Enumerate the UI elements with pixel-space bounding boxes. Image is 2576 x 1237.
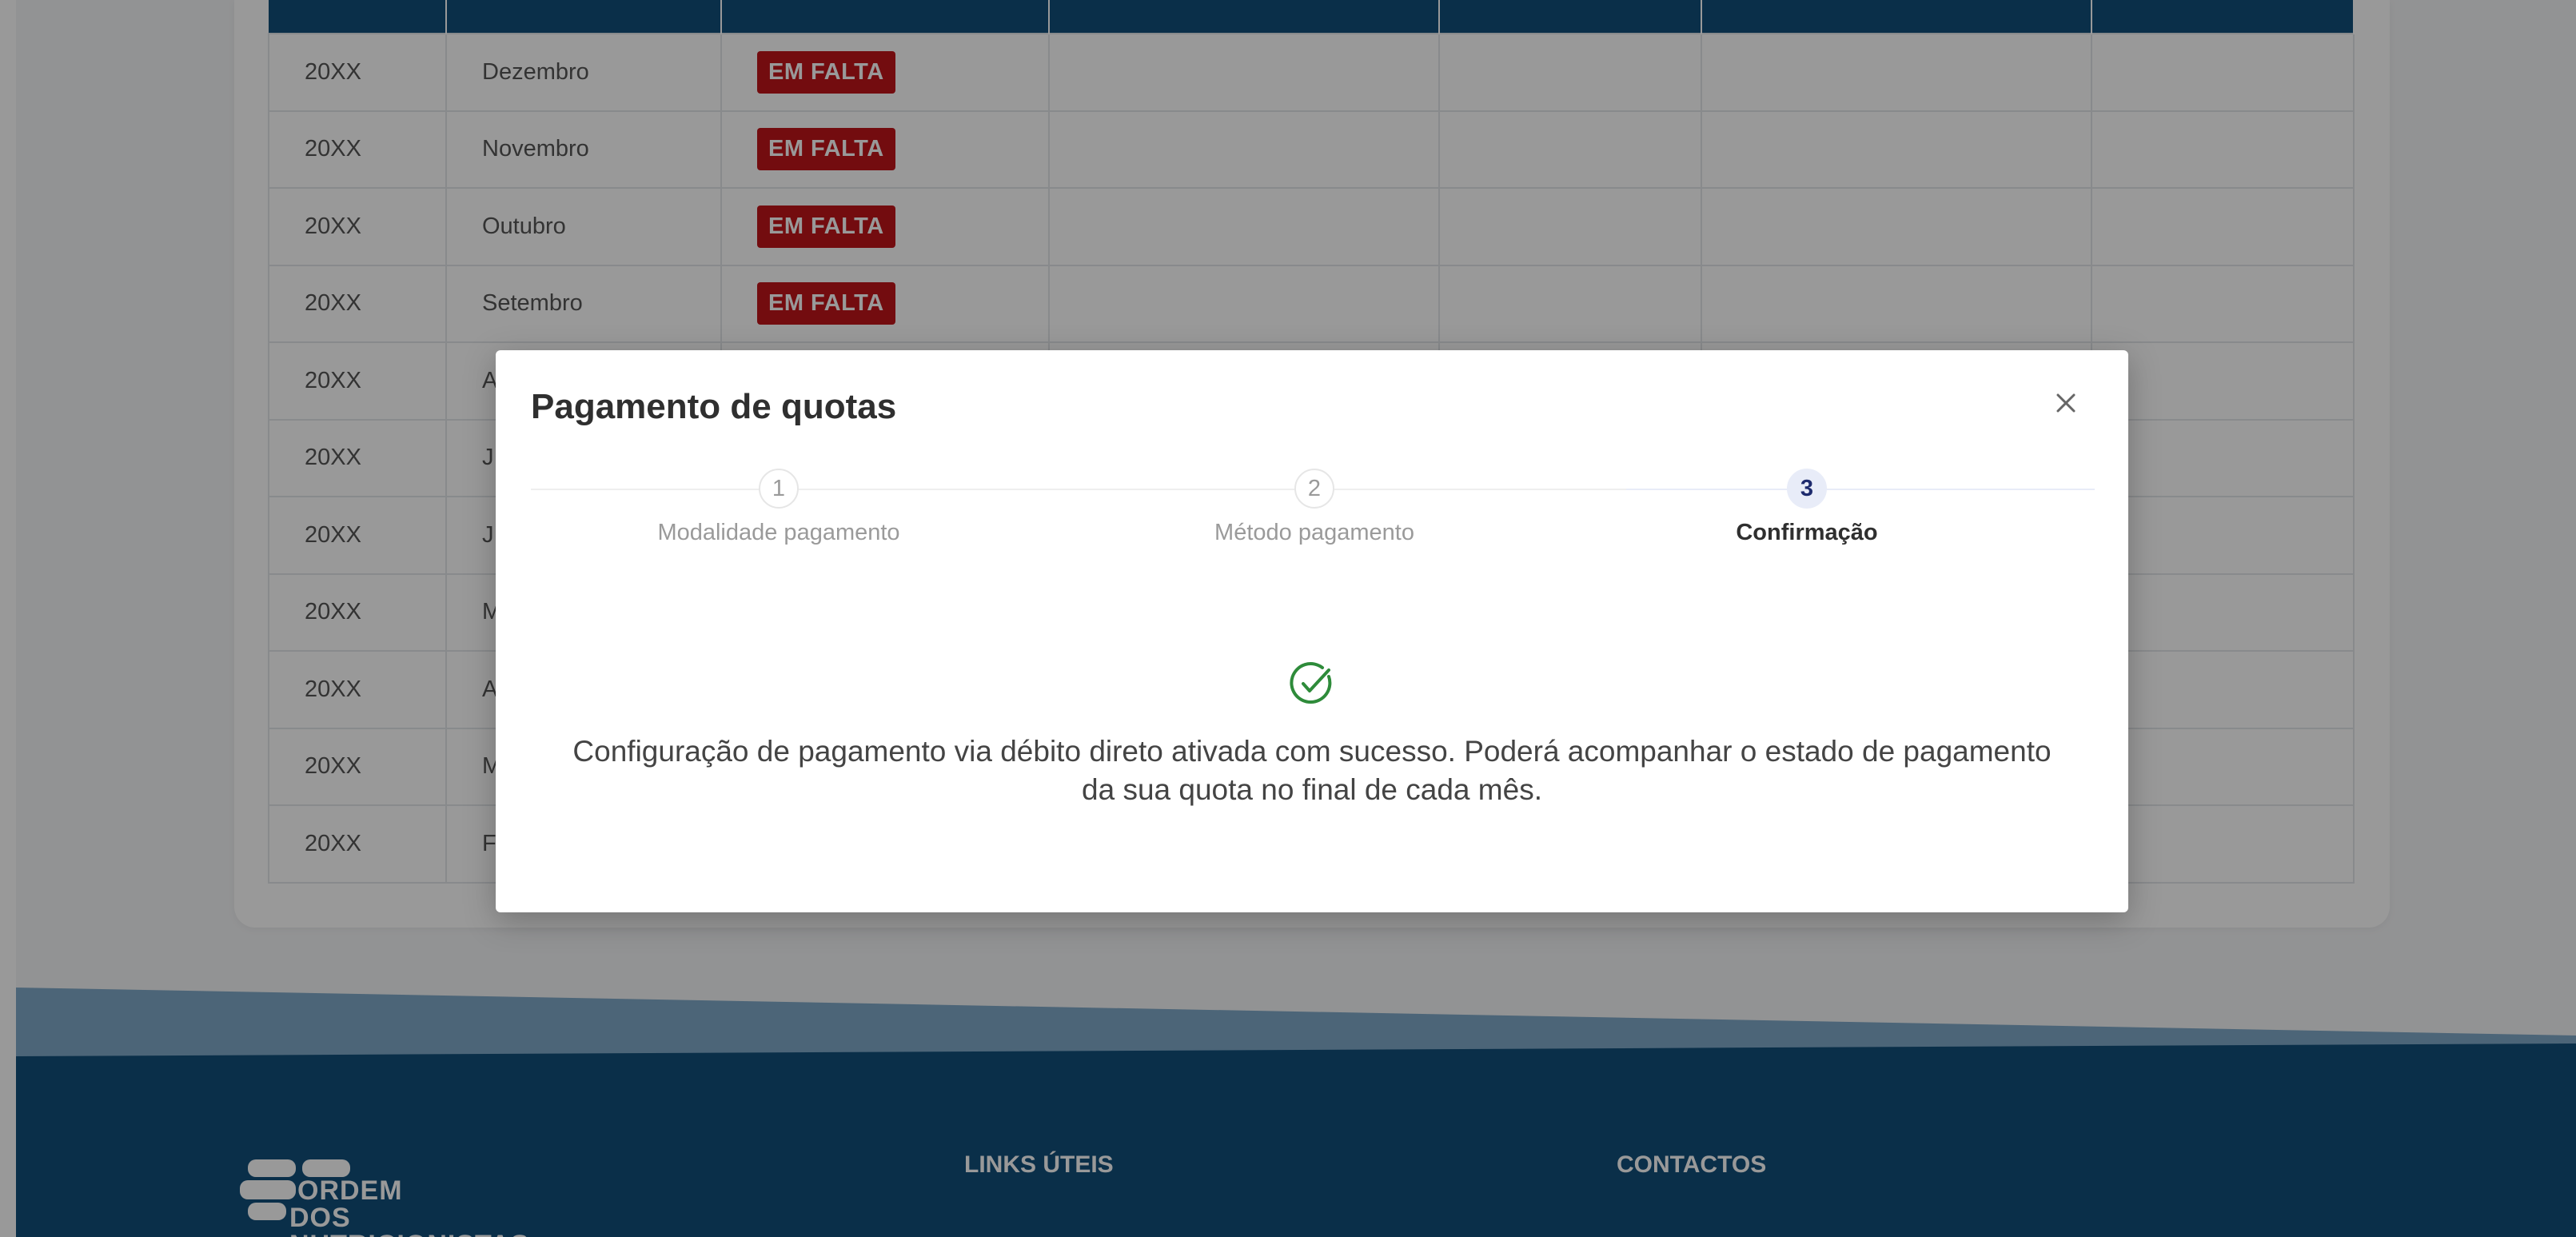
step-number: 3: [1787, 469, 1827, 509]
payment-stepper: 1 Modalidade pagamento 2 Método pagament…: [531, 469, 2095, 557]
step-label: Modalidade pagamento: [657, 520, 900, 545]
payment-modal: Pagamento de quotas 1 Modalidade pagamen…: [496, 350, 2128, 912]
step-number: 2: [1294, 469, 1334, 509]
modal-title: Pagamento de quotas: [531, 387, 897, 426]
page: 20XX Dezembro EM FALTA 20XX Novembro EM …: [0, 0, 2576, 1237]
step-1: 1 Modalidade pagamento: [531, 469, 1027, 546]
success-message: Configuração de pagamento via débito dir…: [572, 735, 2052, 806]
step-3: 3 Confirmação: [1559, 469, 2055, 546]
check-circle-icon: [1290, 662, 1332, 704]
step-number: 1: [759, 469, 799, 509]
step-label: Confirmação: [1736, 520, 1878, 545]
close-icon: [2056, 393, 2076, 413]
step-label: Método pagamento: [1214, 520, 1414, 545]
close-button[interactable]: [2050, 387, 2082, 419]
step-2: 2 Método pagamento: [1067, 469, 1562, 546]
